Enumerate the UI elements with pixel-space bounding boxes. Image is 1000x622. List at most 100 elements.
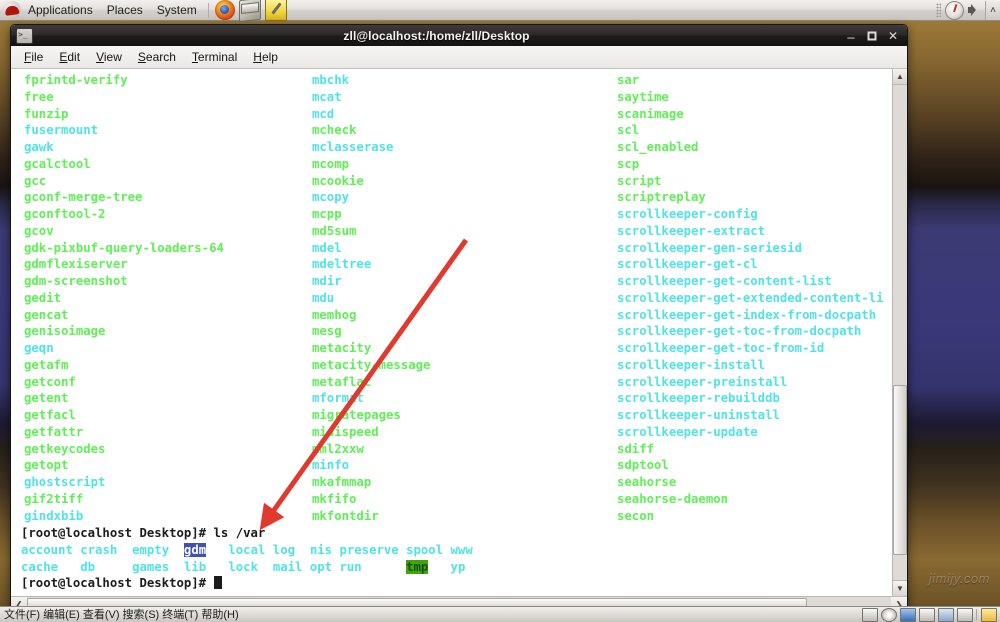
maximize-glyph xyxy=(867,31,877,40)
window-icon[interactable] xyxy=(862,607,878,622)
terminal-entry: gindxbib xyxy=(24,508,84,523)
terminal-entry: metacity-message xyxy=(312,357,431,372)
var-entry: crash xyxy=(80,542,118,557)
minimize-button[interactable]: – xyxy=(841,27,861,45)
terminal-column-2: mbchk mcat mcd mcheck mclasserase mcomp mcooki… xyxy=(312,72,430,524)
terminal-entry: scrollkeeper-config xyxy=(617,207,758,221)
taskbar-window-label[interactable]: 文件(F) 编辑(E) 查看(V) 搜索(S) 终端(T) 帮助(H) xyxy=(0,608,239,622)
shell-prompt: [root@localhost Desktop]# xyxy=(21,576,214,591)
text-editor-icon[interactable] xyxy=(264,0,287,21)
terminal-entry: gawk xyxy=(24,140,54,154)
terminal-entry: sar xyxy=(617,73,640,87)
terminal-entry: scrollkeeper-install xyxy=(617,357,766,372)
terminal-entry: mbchk xyxy=(312,73,350,87)
person-icon[interactable] xyxy=(938,607,954,622)
menu-search[interactable]: Search xyxy=(130,47,184,67)
terminal-entry: seahorse-daemon xyxy=(617,491,729,506)
terminal-prompt-line: [root@localhost Desktop]# ls /var xyxy=(21,525,480,542)
terminal-entry: migratepages xyxy=(312,408,401,422)
var-entry: cache xyxy=(21,559,59,574)
tray-separator xyxy=(976,609,977,620)
terminal-entry: gconftool-2 xyxy=(24,207,106,221)
terminal-entry: scrollkeeper-preinstall xyxy=(617,374,788,389)
panel-icon[interactable] xyxy=(919,607,935,622)
terminal-entry: mml2xxw xyxy=(312,441,364,456)
terminal-entry: mcookie xyxy=(312,173,364,188)
var-entry: preserve xyxy=(339,542,399,557)
terminal-entry: mdeltree xyxy=(312,257,372,272)
redhat-logo-icon[interactable] xyxy=(3,1,21,19)
terminal-entry: sdptool xyxy=(617,458,669,473)
scroll-down-arrow-icon[interactable]: ▼ xyxy=(893,580,907,596)
terminal-entry: gdk-pixbuf-query-loaders-64 xyxy=(24,240,224,255)
window-titlebar[interactable]: zll@localhost:/home/zll/Desktop – ✕ xyxy=(11,25,907,46)
window-title: zll@localhost:/home/zll/Desktop xyxy=(343,28,530,43)
terminal-ls-row-1: account crash empty gdm local log nis pr… xyxy=(21,542,480,559)
vertical-scroll-track[interactable] xyxy=(893,85,907,580)
desktop-watermark: jimijy.com xyxy=(928,571,990,586)
close-button[interactable]: ✕ xyxy=(883,27,903,45)
terminal-entry: scrollkeeper-update xyxy=(617,424,758,439)
terminal-entry: gedit xyxy=(24,290,62,305)
terminal-entry: getent xyxy=(24,391,69,406)
terminal-entry: fusermount xyxy=(24,123,99,138)
terminal-entry: mdir xyxy=(312,274,342,288)
panel-menu-system[interactable]: System xyxy=(150,1,204,20)
terminal-entry: scrollkeeper-gen-seriesid xyxy=(617,240,803,255)
var-entry: mail xyxy=(272,559,303,574)
terminal-entry: scrollkeeper-extract xyxy=(617,223,766,238)
terminal-entry: scrollkeeper-get-toc-from-id xyxy=(617,341,825,355)
terminal-entry: scrollkeeper-get-cl xyxy=(617,257,758,272)
terminal-entry: free xyxy=(24,89,54,104)
terminal-entry: funzip xyxy=(24,106,69,121)
terminal-entry: scrollkeeper-get-content-list xyxy=(617,274,832,288)
var-entry: account xyxy=(21,542,73,557)
folder-icon[interactable] xyxy=(981,607,997,622)
panel-menu-applications[interactable]: Applications xyxy=(21,1,100,20)
system-monitor-icon[interactable] xyxy=(945,0,964,20)
firefox-icon[interactable] xyxy=(214,0,235,20)
vertical-scroll-thumb[interactable] xyxy=(893,385,907,555)
display-icon[interactable] xyxy=(957,607,973,622)
terminal-entry: metaflac xyxy=(312,374,372,389)
terminal-entry: scl_enabled xyxy=(617,140,699,154)
scroll-up-arrow-icon[interactable]: ▲ xyxy=(893,69,907,85)
network-icon[interactable] xyxy=(900,607,916,622)
menu-view[interactable]: View xyxy=(88,47,130,67)
panel-menu-places[interactable]: Places xyxy=(100,1,150,20)
maximize-button[interactable] xyxy=(862,27,882,45)
terminal-entry: ghostscript xyxy=(24,475,106,489)
mail-icon[interactable] xyxy=(238,0,261,23)
terminal-entry: gif2tiff xyxy=(24,491,84,506)
menu-terminal[interactable]: Terminal xyxy=(184,47,245,67)
volume-icon[interactable] xyxy=(967,3,982,18)
terminal-entry: mcomp xyxy=(312,156,350,171)
terminal-screen[interactable]: fprintd-verify free funzip fusermount gawk gc… xyxy=(11,69,892,596)
terminal-entry: sdiff xyxy=(617,441,655,456)
var-entry: lock xyxy=(228,559,258,574)
menu-file[interactable]: File xyxy=(16,47,51,67)
menu-edit[interactable]: Edit xyxy=(51,47,88,67)
terminal-entry: scrollkeeper-get-index-from-docpath xyxy=(617,307,877,322)
terminal-entry: gcov xyxy=(24,223,54,238)
terminal-entry: mcpp xyxy=(312,207,342,221)
terminal-entry: mcd xyxy=(312,106,335,121)
terminal-entry: scriptreplay xyxy=(617,190,706,205)
panel-collapse-chevron-icon[interactable]: ˄ xyxy=(985,0,1000,20)
menu-bar: File Edit View Search Terminal Help xyxy=(11,46,907,69)
var-entry: run xyxy=(339,559,362,574)
panel-grip-handle[interactable] xyxy=(936,3,941,17)
var-entry: log xyxy=(272,542,296,557)
disc-icon[interactable] xyxy=(881,607,897,622)
menu-help[interactable]: Help xyxy=(245,47,286,67)
terminal-entry: mkafmmap xyxy=(312,475,372,489)
terminal-command-area: [root@localhost Desktop]# ls /var account… xyxy=(21,525,480,592)
vertical-scrollbar[interactable]: ▲ ▼ xyxy=(892,69,907,596)
